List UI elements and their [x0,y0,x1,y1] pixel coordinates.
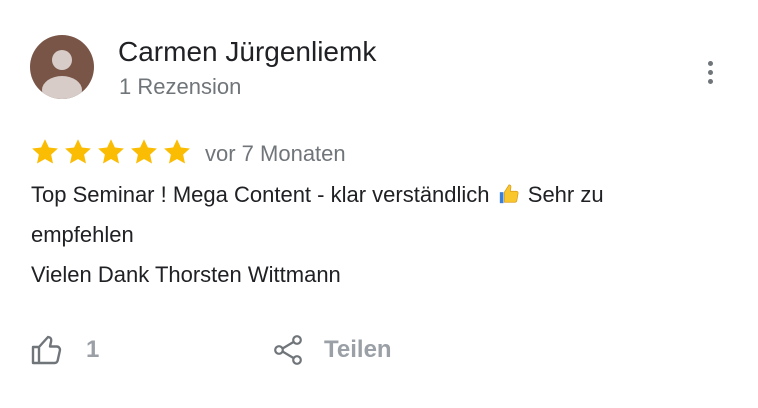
star-icon [131,139,157,164]
review-line-2: empfehlen [31,222,134,247]
like-count: 1 [86,336,100,363]
rating-row: vor 7 Monaten [30,134,346,170]
review-text-part: Top Seminar ! Mega Content - klar verstä… [31,182,496,207]
share-icon [274,335,302,365]
star-icon [164,139,190,164]
thumb-up-outline-icon [31,335,62,365]
review-text: Top Seminar ! Mega Content - klar verstä… [31,175,731,295]
person-icon [42,50,82,99]
star-icon [98,139,124,164]
review-line-1: Top Seminar ! Mega Content - klar verstä… [31,175,731,215]
review-count[interactable]: 1 Rezension [119,74,241,100]
more-options-button[interactable] [694,54,726,90]
star-rating [30,137,192,167]
review-line-3: Vielen Dank Thorsten Wittmann [31,262,341,287]
avatar[interactable] [30,35,94,99]
share-label: Teilen [324,336,392,363]
more-vert-icon [707,60,713,66]
star-icon [32,139,58,164]
share-button[interactable]: Teilen [272,330,392,370]
star-icon [65,139,91,164]
like-button[interactable]: 1 [30,330,99,370]
thumbs-up-emoji-icon [499,184,519,204]
reviewer-name[interactable]: Carmen Jürgenliemk [118,36,376,68]
review-date: vor 7 Monaten [205,141,346,166]
review-text-part: Sehr zu [521,182,604,207]
